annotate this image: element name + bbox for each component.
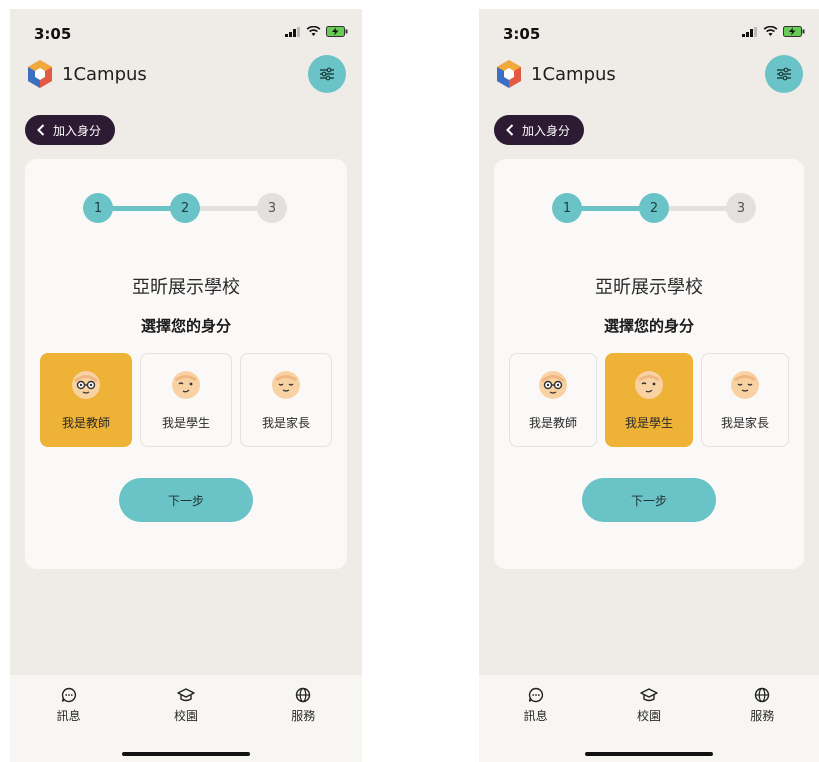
role-options: 我是教師 我是學生 我是家長 <box>40 353 332 447</box>
back-button[interactable]: 加入身分 <box>25 115 116 145</box>
bottom-nav: 訊息 校園 服務 <box>10 675 362 762</box>
role-label-student: 我是學生 <box>161 416 210 430</box>
nav-label-messages: 訊息 <box>523 709 548 723</box>
step-indicator: 1 2 3 <box>552 193 758 223</box>
nav-label-campus: 校園 <box>173 709 198 723</box>
battery-charging-icon <box>326 26 348 37</box>
student-face-icon <box>172 371 200 399</box>
role-prompt: 選擇您的身分 <box>140 317 231 335</box>
next-button[interactable]: 下一步 <box>119 478 253 522</box>
nav-label-services: 服務 <box>291 709 316 723</box>
cellular-signal-icon <box>742 26 757 37</box>
role-label-teacher: 我是教師 <box>61 416 110 430</box>
role-prompt: 選擇您的身分 <box>603 317 694 335</box>
role-label-student: 我是學生 <box>624 416 673 430</box>
back-button[interactable]: 加入身分 <box>494 115 585 145</box>
status-bar: 3:05 <box>10 9 362 53</box>
teacher-face-icon <box>539 371 567 399</box>
sliders-icon <box>320 67 334 81</box>
role-option-student[interactable]: 我是學生 <box>140 353 232 447</box>
nav-campus[interactable]: 校園 <box>614 687 684 762</box>
step-3: 3 <box>257 193 287 223</box>
step-2: 2 <box>170 193 200 223</box>
parent-face-icon <box>272 371 300 399</box>
app-name: 1Campus <box>62 64 147 85</box>
status-bar: 3:05 <box>479 9 819 53</box>
nav-campus[interactable]: 校園 <box>151 687 221 762</box>
role-label-teacher: 我是教師 <box>528 416 577 430</box>
step-1: 1 <box>552 193 582 223</box>
nav-services[interactable]: 服務 <box>268 687 338 762</box>
back-button-label: 加入身分 <box>53 123 102 138</box>
student-face-icon <box>635 371 663 399</box>
wifi-icon <box>763 26 778 36</box>
back-button-label: 加入身分 <box>522 123 571 138</box>
chevron-left-icon <box>506 124 514 136</box>
role-options: 我是教師 我是學生 我是家長 <box>509 353 789 447</box>
parent-face-icon <box>731 371 759 399</box>
chat-bubble-icon <box>528 687 543 703</box>
role-option-parent[interactable]: 我是家長 <box>701 353 789 447</box>
nav-label-campus: 校園 <box>636 709 661 723</box>
role-option-parent[interactable]: 我是家長 <box>240 353 332 447</box>
next-button[interactable]: 下一步 <box>582 478 716 522</box>
status-icons <box>285 26 348 37</box>
nav-label-messages: 訊息 <box>56 709 81 723</box>
graduation-cap-icon <box>640 688 658 702</box>
step-1: 1 <box>83 193 113 223</box>
step-2: 2 <box>639 193 669 223</box>
cube-logo-icon <box>28 60 52 88</box>
battery-charging-icon <box>783 26 805 37</box>
sliders-icon <box>777 67 791 81</box>
join-identity-card: 1 2 3 亞昕展示學校 選擇您的身分 我是教師 我是學生 我是家長 下一步 <box>494 159 804 569</box>
nav-messages[interactable]: 訊息 <box>34 687 104 762</box>
step-indicator: 1 2 3 <box>83 193 289 223</box>
role-label-parent: 我是家長 <box>720 416 769 430</box>
status-time: 3:05 <box>34 25 72 43</box>
join-identity-card: 1 2 3 亞昕展示學校 選擇您的身分 我是教師 我是學生 我是家長 下一步 <box>25 159 347 569</box>
teacher-face-icon <box>72 371 100 399</box>
role-label-parent: 我是家長 <box>261 416 310 430</box>
app-name: 1Campus <box>531 64 616 85</box>
step-3: 3 <box>726 193 756 223</box>
phone-screen-student: 3:05 1Campus 加入身分 1 2 3 亞昕展示學校 選擇您的身分 我是… <box>479 9 819 762</box>
home-indicator <box>585 752 713 756</box>
bottom-nav: 訊息 校園 服務 <box>479 675 819 762</box>
globe-icon <box>296 687 311 703</box>
nav-label-services: 服務 <box>750 709 775 723</box>
chat-bubble-icon <box>61 687 76 703</box>
app-header: 1Campus <box>479 55 819 99</box>
role-option-teacher[interactable]: 我是教師 <box>40 353 132 447</box>
role-option-student[interactable]: 我是學生 <box>605 353 693 447</box>
nav-services[interactable]: 服務 <box>727 687 797 762</box>
school-name: 亞昕展示學校 <box>132 277 240 298</box>
status-icons <box>742 26 805 37</box>
app-header: 1Campus <box>10 55 362 99</box>
home-indicator <box>122 752 250 756</box>
globe-icon <box>755 687 770 703</box>
chevron-left-icon <box>37 124 45 136</box>
school-name: 亞昕展示學校 <box>595 277 703 298</box>
cube-logo-icon <box>497 60 521 88</box>
filter-button[interactable] <box>765 55 803 93</box>
filter-button[interactable] <box>308 55 346 93</box>
cellular-signal-icon <box>285 26 300 37</box>
phone-screen-teacher: 3:05 1Campus 加入身分 1 2 3 亞昕展示學校 選擇您的身分 我是… <box>10 9 362 762</box>
wifi-icon <box>306 26 321 36</box>
graduation-cap-icon <box>177 688 195 702</box>
nav-messages[interactable]: 訊息 <box>501 687 571 762</box>
status-time: 3:05 <box>503 25 541 43</box>
role-option-teacher[interactable]: 我是教師 <box>509 353 597 447</box>
